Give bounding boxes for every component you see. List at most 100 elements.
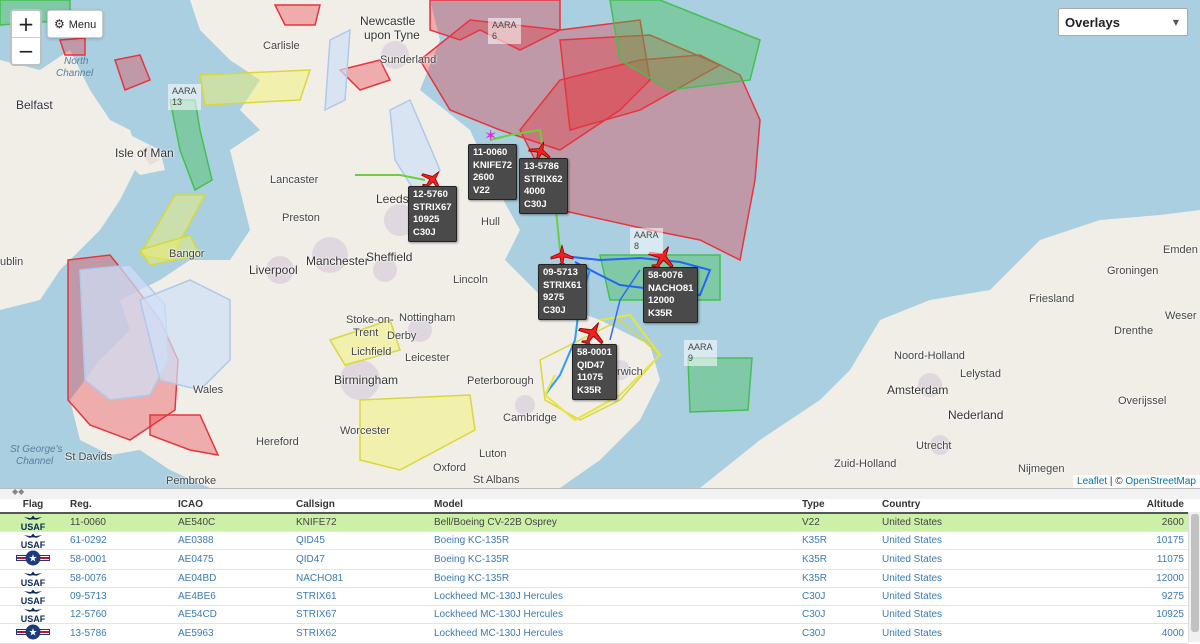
place-label: Trent — [353, 327, 379, 339]
table-row[interactable]: USAF 58-0076 AE04BD NACHO81 Boeing KC-135R K3… — [0, 569, 1188, 588]
model-cell: Boeing KC-135R — [430, 569, 798, 588]
col-header-model[interactable]: Model — [430, 497, 798, 514]
zoom-out-button[interactable]: − — [12, 38, 40, 64]
overlays-select[interactable]: Overlays ▼ — [1058, 8, 1188, 36]
place-label: Isle of Man — [115, 146, 174, 160]
aircraft-label-nacho81[interactable]: 58-0076 NACHO81 12000 K35R — [643, 267, 699, 323]
place-label: Luton — [479, 448, 507, 460]
usaf-flag-label: USAF — [20, 521, 46, 532]
aircraft-label-knife72[interactable]: 11-0060 KNIFE72 2600 V22 — [468, 144, 518, 200]
col-header-icao[interactable]: ICAO — [174, 497, 292, 514]
place-label: Hereford — [256, 436, 299, 448]
chevron-down-icon: ▼ — [1172, 18, 1179, 27]
country-cell: United States — [878, 623, 1006, 644]
place-label: Newcastle — [360, 14, 416, 28]
aircraft-label-strix67[interactable]: 12-5760 STRIX67 10925 C30J — [408, 186, 457, 242]
table-row[interactable]: USAF 61-0292 AE0388 QID45 Boeing KC-135R K35R… — [0, 531, 1188, 550]
table-row[interactable]: ★ 58-0001 AE0475 QID47 Boeing KC-135R K35R Uni… — [0, 549, 1188, 570]
table-row[interactable]: USAF 11-0060 AE540C KNIFE72 Bell/Boeing CV-2… — [0, 513, 1188, 532]
place-label: Groningen — [1107, 265, 1159, 277]
callsign-cell: QID47 — [292, 549, 430, 570]
place-label: Liverpool — [249, 263, 298, 277]
place-label: Channel — [56, 68, 94, 79]
type-cell: V22 — [798, 513, 878, 532]
place-label: Noord-Holland — [894, 350, 965, 362]
col-header-reg[interactable]: Reg. — [66, 497, 174, 514]
place-label: Overijssel — [1118, 395, 1167, 407]
col-header-callsign[interactable]: Callsign — [292, 497, 430, 514]
scrollbar-thumb[interactable] — [1191, 514, 1199, 632]
svg-text:✶: ✶ — [484, 126, 497, 145]
place-label: St Davids — [65, 451, 113, 463]
place-label: Peterborough — [467, 375, 534, 387]
usaf-roundel-icon: ★ — [16, 624, 50, 643]
col-header-altitude[interactable]: Altitude — [1006, 497, 1188, 514]
place-label: Nottingham — [399, 312, 456, 324]
callsign-cell: NACHO81 — [292, 569, 430, 588]
place-label: Hull — [481, 216, 500, 228]
aircraft-table: Flag Reg. ICAO Callsign Model Type Count… — [0, 497, 1188, 644]
flag-cell: USAF — [0, 513, 66, 532]
place-label: Lincoln — [453, 274, 488, 286]
altitude-cell: 12000 — [1006, 569, 1188, 588]
place-label: Weser — [1165, 310, 1197, 322]
type-cell: K35R — [798, 569, 878, 588]
table-row[interactable]: ★ 13-5786 AE5963 STRIX62 Lockheed MC-130J He… — [0, 623, 1188, 644]
place-label: Pembroke — [166, 475, 217, 487]
aircraft-label-strix61[interactable]: 09-5713 STRIX61 9275 C30J — [538, 264, 587, 320]
icao-cell: AE4BE6 — [174, 587, 292, 606]
place-label: Stoke-on- — [346, 314, 394, 326]
country-cell: United States — [878, 549, 1006, 570]
place-label: St George's — [10, 444, 63, 455]
place-label: Oxford — [433, 462, 467, 474]
col-header-type[interactable]: Type — [798, 497, 878, 514]
altitude-cell: 10175 — [1006, 531, 1188, 550]
osm-link[interactable]: OpenStreetMap — [1125, 476, 1196, 487]
model-cell: Lockheed MC-130J Hercules — [430, 623, 798, 644]
flag-cell: USAF — [0, 587, 66, 606]
place-label: Zuid-Holland — [834, 458, 897, 470]
table-scrollbar[interactable] — [1188, 512, 1200, 642]
aara-label: AARA 9 — [684, 340, 717, 366]
menu-button[interactable]: ⚙ Menu — [47, 10, 104, 38]
usaf-flag-label: USAF — [20, 539, 46, 550]
place-label: Lancaster — [270, 174, 319, 186]
col-header-country[interactable]: Country — [878, 497, 1006, 514]
place-label: Wales — [193, 384, 224, 396]
gear-icon: ⚙ — [54, 17, 65, 31]
overlays-label: Overlays — [1065, 15, 1120, 30]
grip-icon: ◆◆ — [12, 487, 25, 496]
model-cell: Lockheed MC-130J Hercules — [430, 587, 798, 606]
aircraft-label-qid47[interactable]: 58-0001 QID47 11075 K35R — [572, 344, 617, 400]
callsign-cell: STRIX61 — [292, 587, 430, 606]
usaf-roundel-icon: ★ — [16, 550, 50, 569]
place-label: Sunderland — [380, 54, 437, 66]
usaf-flag-label: USAF — [20, 595, 46, 606]
type-cell: C30J — [798, 605, 878, 624]
place-label: Belfast — [16, 98, 53, 112]
icao-cell: AE5963 — [174, 623, 292, 644]
col-header-flag[interactable]: Flag — [0, 497, 66, 514]
callsign-cell: KNIFE72 — [292, 513, 430, 532]
place-label: Manchester — [306, 254, 369, 268]
zoom-in-button[interactable]: + — [12, 11, 40, 38]
map-base-layer: ✶ — [0, 0, 1200, 488]
place-label: Drenthe — [1114, 325, 1154, 337]
aara-label: AARA 13 — [168, 84, 201, 110]
usaf-wings-icon: USAF — [13, 571, 53, 587]
altitude-cell: 9275 — [1006, 587, 1188, 606]
leaflet-link[interactable]: Leaflet — [1077, 476, 1107, 487]
place-label: Derby — [387, 330, 417, 342]
country-cell: United States — [878, 587, 1006, 606]
icao-cell: AE540C — [174, 513, 292, 532]
table-row[interactable]: USAF 12-5760 AE54CD STRIX67 Lockheed MC-130J… — [0, 605, 1188, 624]
altitude-cell: 10925 — [1006, 605, 1188, 624]
place-label: Sheffield — [366, 250, 413, 264]
aara-label: AARA 8 — [630, 228, 663, 254]
aircraft-label-strix62[interactable]: 13-5786 STRIX62 4000 C30J — [519, 158, 568, 214]
table-row[interactable]: USAF 09-5713 AE4BE6 STRIX61 Lockheed MC-130J… — [0, 587, 1188, 606]
map-view[interactable]: ✶ Newcastle upon Tyne Sunderland Carlisl… — [0, 0, 1200, 488]
altitude-cell: 4000 — [1006, 623, 1188, 644]
callsign-cell: STRIX67 — [292, 605, 430, 624]
aara-label: AARA 6 — [488, 18, 521, 44]
